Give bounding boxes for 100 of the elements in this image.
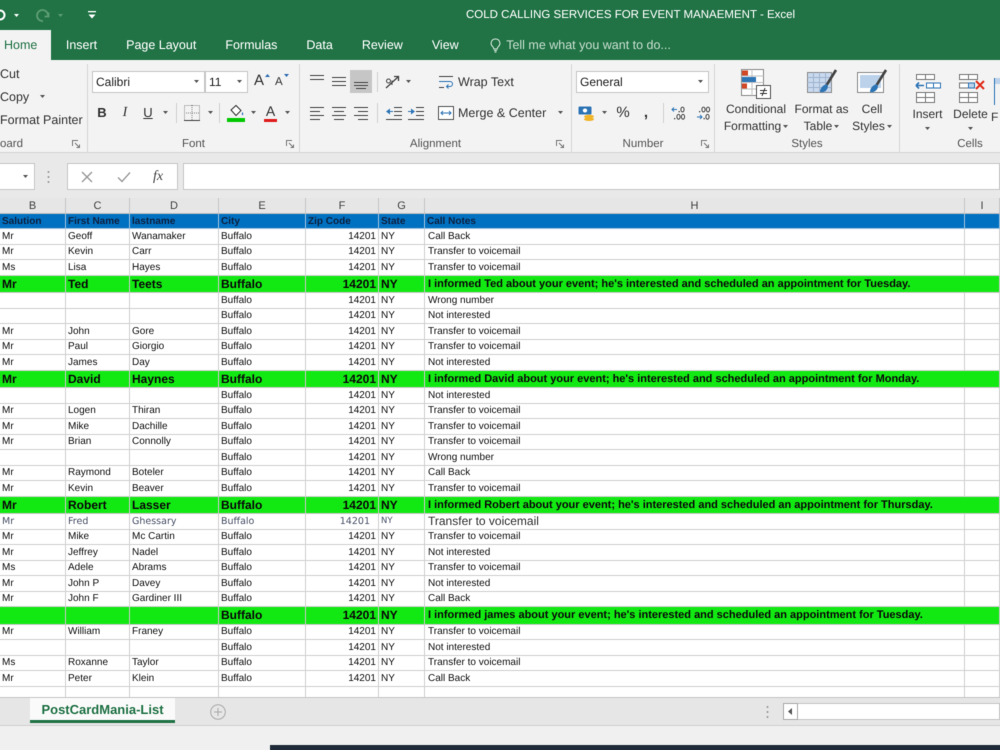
tell-me-field[interactable]: Tell me what you want to do...: [506, 38, 696, 52]
column-letter[interactable]: B: [0, 198, 66, 213]
table-cell: Nadel: [130, 545, 219, 560]
table-cell: Jeffrey: [66, 545, 130, 560]
decrease-decimal-icon[interactable]: [696, 106, 712, 120]
ribbon-tab[interactable]: Review: [347, 30, 418, 60]
copy-button[interactable]: Copy: [0, 85, 46, 108]
increase-indent-icon[interactable]: [407, 106, 425, 120]
table-cell: Not interested: [425, 388, 965, 402]
table-cell: Mr: [0, 530, 66, 544]
column-letter[interactable]: F: [306, 198, 379, 213]
borders-icon[interactable]: [184, 104, 200, 120]
table-cell: 14201: [306, 656, 379, 670]
table-cell: Transfer to voicemail: [425, 419, 965, 434]
column-heading: lastname: [130, 214, 219, 228]
table-cell: Not interested: [425, 308, 965, 323]
column-letter[interactable]: I: [965, 198, 1000, 213]
cancel-icon[interactable]: [81, 170, 93, 182]
column-letter[interactable]: G: [379, 198, 425, 213]
table-cell: Boteler: [130, 466, 219, 480]
align-center-icon[interactable]: [331, 106, 347, 120]
format-painter-button[interactable]: Format Painter: [0, 108, 83, 131]
table-cell: Mr: [0, 229, 66, 244]
table-cell: Transfer to voicemail: [425, 244, 965, 259]
font-name-dropdown[interactable]: Calibri: [92, 70, 205, 92]
table-cell: Thiran: [130, 404, 219, 418]
column-letter[interactable]: D: [130, 198, 219, 213]
align-right-icon[interactable]: [353, 106, 369, 120]
table-cell: Ms: [0, 560, 66, 575]
lightbulb-icon[interactable]: [490, 38, 502, 52]
table-cell: Buffalo: [219, 656, 306, 670]
accounting-format-icon[interactable]: [578, 104, 596, 120]
ribbon-tab[interactable]: Page Layout: [112, 30, 211, 60]
insert-function-button[interactable]: fx: [153, 166, 164, 186]
vertical-align-button[interactable]: [350, 70, 372, 93]
ribbon-tab[interactable]: Insert: [51, 30, 112, 60]
table-cell: Transfer to voicemail: [425, 260, 965, 274]
align-left-icon[interactable]: [309, 106, 325, 120]
bold-button[interactable]: B: [93, 102, 111, 124]
italic-button[interactable]: I: [116, 102, 134, 124]
customize-menu-icon[interactable]: [88, 11, 96, 19]
format-cells-button[interactable]: F: [991, 64, 1000, 136]
table-cell: Hayes: [130, 260, 219, 274]
table-cell: John P: [66, 576, 130, 590]
dialog-launcher-icon[interactable]: [286, 140, 294, 148]
dialog-launcher-icon[interactable]: [72, 140, 80, 148]
number-format-dropdown[interactable]: General: [576, 70, 709, 92]
format-as-table-button[interactable]: Format as Table: [794, 64, 849, 136]
insert-cells-button[interactable]: Insert: [905, 64, 950, 136]
decrease-indent-icon[interactable]: [385, 106, 403, 120]
comma-style-button[interactable]: ,: [642, 102, 650, 124]
ribbon-tab[interactable]: Data: [292, 30, 348, 60]
table-cell: Not interested: [425, 355, 965, 370]
fill-color-icon[interactable]: [227, 104, 245, 122]
group-label: oard: [0, 138, 24, 150]
font-size-dropdown[interactable]: 11: [205, 70, 248, 92]
table-cell: Transfer to voicemail: [425, 340, 965, 354]
table-cell: Buffalo: [219, 340, 306, 354]
font-color-button[interactable]: A: [262, 102, 279, 124]
shrink-font-button[interactable]: A: [275, 70, 289, 92]
table-cell: NY: [379, 656, 425, 670]
ribbon-tab[interactable]: Home: [0, 30, 52, 60]
caret-icon: [23, 175, 28, 178]
cut-button[interactable]: Cut: [0, 62, 20, 85]
grow-font-button[interactable]: A: [254, 70, 270, 92]
enter-icon[interactable]: [117, 170, 131, 182]
table-cell: Mike: [66, 419, 130, 434]
increase-decimal-icon[interactable]: [671, 106, 687, 120]
text-orientation-icon[interactable]: [384, 74, 402, 90]
conditional-formatting-button[interactable]: Conditional Formatting: [721, 64, 791, 136]
formula-input-field[interactable]: [183, 163, 1000, 190]
wrap-text-button[interactable]: Wrap Text: [438, 70, 514, 92]
table-cell: Buffalo: [219, 671, 306, 686]
horizontal-scrollbar[interactable]: [798, 703, 1000, 720]
ribbon-tab[interactable]: Formulas: [210, 30, 292, 60]
table-cell: Mr: [0, 324, 66, 338]
underline-button[interactable]: U: [139, 102, 157, 124]
merge-cells-icon: [438, 106, 454, 120]
table-cell: 14201: [306, 450, 379, 464]
caret-icon: [602, 111, 607, 114]
sheet-tab[interactable]: PostCardMania-List: [30, 698, 175, 723]
percent-style-button[interactable]: %: [615, 102, 631, 124]
table-cell: NY: [379, 607, 425, 624]
table-cell: Buffalo: [219, 530, 306, 544]
delete-cells-button[interactable]: Delete: [950, 64, 991, 136]
table-cell: Lisa: [66, 260, 130, 274]
column-letter[interactable]: E: [219, 198, 306, 213]
column-letter[interactable]: H: [425, 198, 965, 213]
merge-center-button[interactable]: Merge & Center: [438, 102, 564, 124]
ribbon-tab[interactable]: View: [417, 30, 474, 60]
undo-icon[interactable]: [0, 9, 6, 21]
dialog-launcher-icon[interactable]: [556, 140, 564, 148]
table-cell: Gardiner III: [130, 592, 219, 606]
scroll-left-icon[interactable]: [783, 703, 798, 720]
table-cell: NY: [379, 340, 425, 354]
column-letter[interactable]: C: [66, 198, 130, 213]
dialog-launcher-icon[interactable]: [701, 140, 709, 148]
table-cell: Not interested: [425, 640, 965, 654]
caret-icon: [886, 125, 892, 128]
cell-styles-button[interactable]: Cell Styles: [851, 64, 893, 136]
